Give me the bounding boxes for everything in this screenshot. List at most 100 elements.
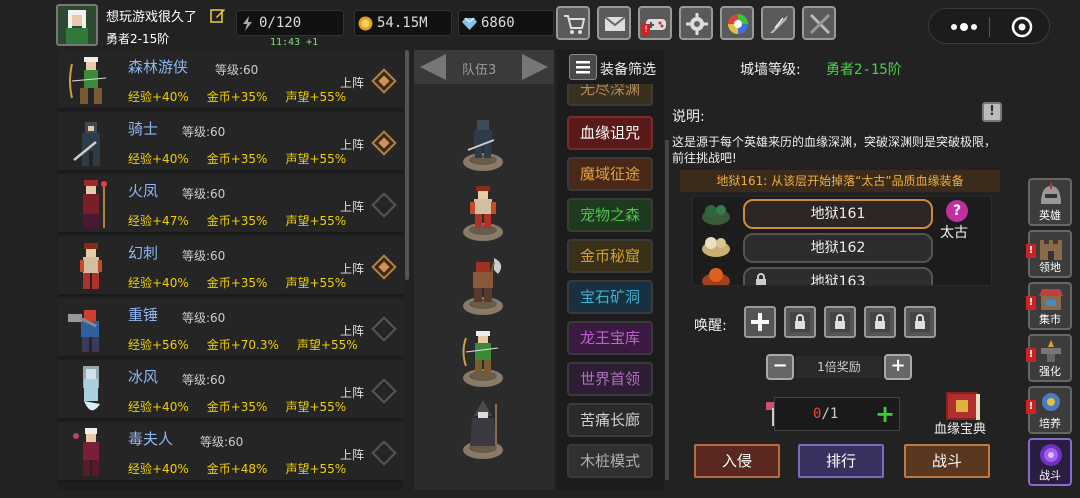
category-demon-expedition[interactable]: 魔域征途 <box>567 157 653 191</box>
awaken-locked-slot[interactable] <box>864 306 896 338</box>
hero-fame: 声望+55% <box>285 276 347 290</box>
category-dummy-mode[interactable]: 木桩模式 <box>567 444 653 478</box>
deploy-label[interactable]: 上阵 <box>340 384 364 401</box>
deploy-label[interactable]: 上阵 <box>340 446 364 463</box>
hero-list-scrollbar[interactable] <box>405 50 409 280</box>
nav-hero[interactable]: 英雄 <box>1028 178 1072 226</box>
castle-icon <box>1040 240 1062 260</box>
decrease-multiplier-button[interactable]: − <box>766 354 794 380</box>
hero-list[interactable]: 森林游侠 等级:60 经验+40% 金币+35% 声望+55% 上阵 骑士 等级:6… <box>58 50 403 490</box>
menu-icon <box>576 61 590 74</box>
team-slot-1[interactable] <box>458 110 508 172</box>
category-list[interactable]: 无尽深渊 血缘诅咒 魔域征途 宠物之森 金币秘窟 宝石矿洞 龙王宝库 世界首领 … <box>557 84 664 490</box>
team-next-arrow[interactable] <box>522 54 548 80</box>
multiplier-value: 1倍奖励 <box>796 356 882 378</box>
hero-row[interactable]: 毒夫人 等级:60 经验+40% 金币+48% 声望+55% 上阵 <box>58 422 403 482</box>
shop-cart-button[interactable] <box>556 6 590 40</box>
knight-sprite <box>73 122 100 166</box>
quality-help-icon[interactable]: ? <box>946 200 968 222</box>
description-text: 这是源于每个英雄来历的血缘深渊，突破深渊则是突破极限，前往挑战吧! <box>672 135 997 165</box>
filter-label[interactable]: 装备筛选 <box>600 59 656 79</box>
hero-row[interactable]: 森林游侠 等级:60 经验+40% 金币+35% 声望+55% 上阵 <box>58 50 403 110</box>
hero-fame: 声望+55% <box>285 462 347 476</box>
filter-button[interactable] <box>569 54 597 80</box>
nav-battle[interactable]: 战斗 <box>1028 438 1072 486</box>
category-pain-corridor[interactable]: 苦痛长廊 <box>567 403 653 437</box>
settings-button[interactable] <box>679 6 713 40</box>
hero-row[interactable]: 火凤 等级:60 经验+47% 金币+35% 声望+55% 上阵 <box>58 174 403 234</box>
awaken-locked-slot[interactable] <box>904 306 936 338</box>
hero-stats: 经验+40% 金币+35% 声望+55% <box>128 150 364 167</box>
awaken-add-slot[interactable] <box>744 306 776 338</box>
category-pet-forest[interactable]: 宠物之森 <box>567 198 653 232</box>
stamina-value: 0/120 <box>259 15 302 31</box>
category-gem-mine[interactable]: 宝石矿洞 <box>567 280 653 314</box>
lock-icon <box>830 312 850 332</box>
floor-163[interactable]: 地狱163 <box>743 267 933 285</box>
deploy-label[interactable]: 上阵 <box>340 260 364 277</box>
deploy-toggle[interactable] <box>371 192 397 218</box>
deploy-toggle[interactable] <box>371 254 397 280</box>
deploy-toggle[interactable] <box>371 440 397 466</box>
more-icon[interactable] <box>949 21 979 33</box>
edit-icon[interactable] <box>210 7 226 23</box>
increase-multiplier-button[interactable]: + <box>884 354 912 380</box>
deploy-label[interactable]: 上阵 <box>340 198 364 215</box>
gamepad-button[interactable]: ! <box>638 6 672 40</box>
awaken-label: 唤醒: <box>694 318 727 334</box>
team-slot-2[interactable] <box>458 180 508 242</box>
team-slot-5[interactable] <box>458 398 508 460</box>
floor-162[interactable]: 地狱162 <box>743 233 933 263</box>
hero-gold: 金币+35% <box>206 400 268 414</box>
nav-market[interactable]: ! 集市 <box>1026 282 1072 330</box>
ranking-button[interactable]: 排行 <box>798 444 884 478</box>
sword-skill-button[interactable] <box>761 6 795 40</box>
category-endless-abyss[interactable]: 无尽深渊 <box>567 84 653 106</box>
deploy-toggle[interactable] <box>371 68 397 94</box>
team-slot-4[interactable] <box>458 326 508 388</box>
codex-label[interactable]: 血缘宝典 <box>934 418 986 437</box>
close-target-icon[interactable] <box>1011 16 1033 38</box>
category-blood-curse[interactable]: 血缘诅咒 <box>567 116 653 150</box>
poison-lady-sprite <box>73 428 99 476</box>
team-prev-arrow[interactable] <box>420 54 446 80</box>
category-world-boss[interactable]: 世界首领 <box>567 362 653 396</box>
deploy-label[interactable]: 上阵 <box>340 322 364 339</box>
wall-level-value: 勇者2-15阶 <box>826 62 902 78</box>
mail-button[interactable] <box>597 6 631 40</box>
help-button[interactable]: ! <box>982 102 1002 122</box>
hero-row[interactable]: 重锤 等级:60 经验+56% 金币+70.3% 声望+55% 上阵 <box>58 298 403 358</box>
dark-mage-pedestal-sprite <box>463 400 503 459</box>
player-avatar[interactable] <box>56 4 98 46</box>
floor-161[interactable]: 地狱161 <box>743 199 933 229</box>
crossed-swords-button[interactable] <box>802 6 836 40</box>
deploy-toggle[interactable] <box>371 130 397 156</box>
hero-exp: 经验+47% <box>128 214 189 228</box>
battle-button[interactable]: 战斗 <box>904 444 990 478</box>
color-wheel-button[interactable] <box>720 6 754 40</box>
nav-territory[interactable]: ! 领地 <box>1026 230 1072 278</box>
team-slot-3[interactable] <box>458 254 508 316</box>
capsule-divider <box>989 17 990 37</box>
game-screen: 想玩游戏很久了 勇者2-15阶 0/120 11:43 +1 54.15M 68… <box>0 0 1080 498</box>
invade-button[interactable]: 入侵 <box>694 444 780 478</box>
category-dragon-treasury[interactable]: 龙王宝库 <box>567 321 653 355</box>
hero-row[interactable]: 冰风 等级:60 经验+40% 金币+35% 声望+55% 上阵 <box>58 360 403 420</box>
training-icon <box>1042 393 1060 411</box>
category-scrollbar[interactable] <box>665 140 669 480</box>
awaken-locked-slot[interactable] <box>824 306 856 338</box>
category-gold-cave[interactable]: 金币秘窟 <box>567 239 653 273</box>
nav-enhance[interactable]: ! 强化 <box>1026 334 1072 382</box>
hero-row[interactable]: 幻刺 等级:60 经验+40% 金币+35% 声望+55% 上阵 <box>58 236 403 296</box>
deploy-toggle[interactable] <box>371 378 397 404</box>
nav-cultivate[interactable]: ! 培养 <box>1026 386 1072 434</box>
add-ticket-button[interactable]: + <box>875 400 895 428</box>
deploy-label[interactable]: 上阵 <box>340 74 364 91</box>
hero-row[interactable]: 骑士 等级:60 经验+40% 金币+35% 声望+55% 上阵 <box>58 112 403 172</box>
hero-stats: 经验+40% 金币+48% 声望+55% <box>128 460 364 477</box>
deploy-label[interactable]: 上阵 <box>340 136 364 153</box>
hero-gold: 金币+35% <box>206 90 268 104</box>
awaken-locked-slot[interactable] <box>784 306 816 338</box>
heavy-hammer-sprite <box>68 310 99 352</box>
drop-info: 地狱161: 从该层开始掉落“太古”品质血缘装备 <box>680 170 1000 192</box>
